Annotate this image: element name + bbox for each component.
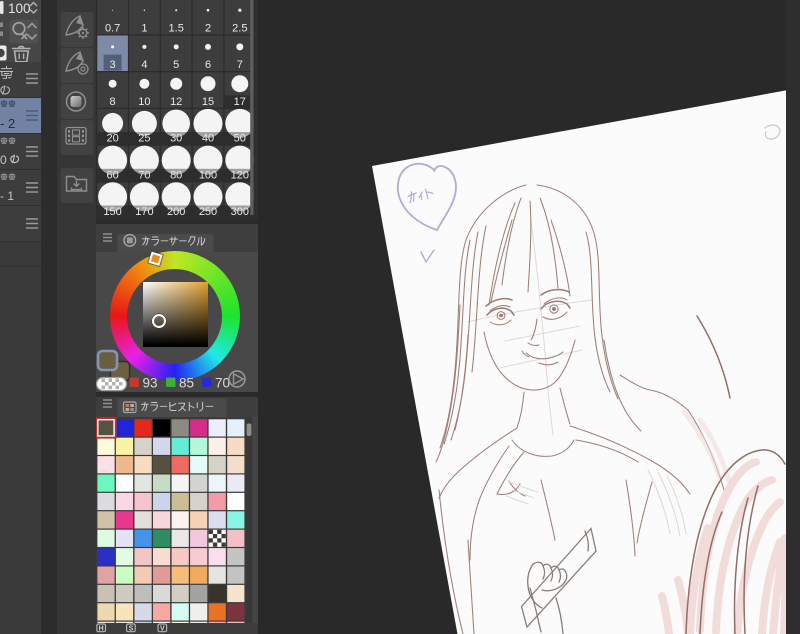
svg-text:30: 30 [170,133,182,145]
svg-text:93: 93 [143,376,158,391]
svg-text:300: 300 [231,206,249,218]
svg-text:15: 15 [202,96,214,108]
svg-text:20: 20 [106,133,118,145]
svg-text:200: 200 [167,206,185,218]
svg-text:0.7: 0.7 [105,22,120,34]
svg-text:1: 1 [141,22,147,34]
svg-text:H: H [99,625,104,632]
svg-text:60: 60 [106,169,118,181]
svg-text:12: 12 [170,96,182,108]
svg-text:5: 5 [173,59,179,71]
svg-text:- 1: - 1 [0,189,14,203]
svg-text:7: 7 [237,59,243,71]
svg-text:2.5: 2.5 [232,22,247,34]
svg-text:50: 50 [234,133,246,145]
svg-text:80: 80 [170,169,182,181]
svg-text:25: 25 [138,133,150,145]
svg-text:2: 2 [205,22,211,34]
svg-text:17: 17 [234,96,246,108]
svg-text:100: 100 [8,1,31,16]
svg-text:85: 85 [179,376,194,391]
svg-text:250: 250 [199,206,217,218]
svg-text:100: 100 [199,169,217,181]
svg-text:40: 40 [202,133,214,145]
svg-text:8: 8 [110,96,116,108]
svg-text:V: V [160,625,165,632]
svg-text:1.5: 1.5 [169,22,184,34]
svg-text:- 2: - 2 [0,116,15,131]
svg-text:70: 70 [138,169,150,181]
svg-text:3: 3 [110,59,116,71]
svg-text:0: 0 [0,153,7,167]
svg-text:70: 70 [215,376,230,391]
svg-text:150: 150 [103,206,121,218]
svg-text:S: S [129,625,134,632]
svg-text:4: 4 [141,59,147,71]
svg-text:170: 170 [135,206,153,218]
svg-text:6: 6 [205,59,211,71]
svg-text:120: 120 [231,169,249,181]
svg-text:10: 10 [138,96,150,108]
